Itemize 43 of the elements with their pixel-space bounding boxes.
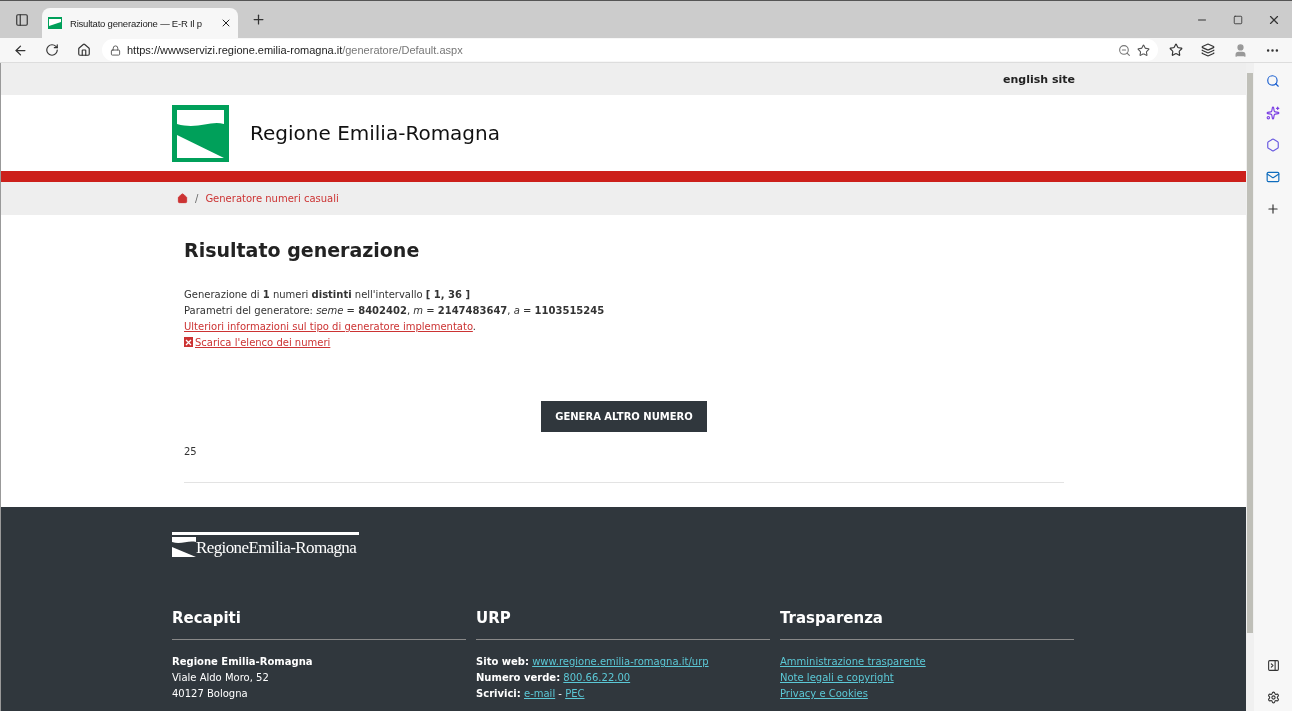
contact-link[interactable]: 800.66.22.00 [563,672,631,683]
address-name: Regione Emilia-Romagna [172,656,313,667]
separator-text: - [557,688,563,699]
info-text: Parametri del generatore: seme = 8402402, m = 2147483647, a = 1103515245 [184,305,605,316]
footer-logo: RegioneEmilia-Romagna [172,532,359,557]
page-title: Risultato generazione [184,239,421,261]
site-title: Regione Emilia-Romagna [250,121,500,145]
zoom-out-icon[interactable] [1118,43,1131,57]
favorite-star-icon[interactable] [1137,43,1150,57]
region-logo [172,104,229,162]
footer-heading: Recapiti [172,609,466,640]
footer-heading: Trasparenza [780,609,1074,640]
address-field[interactable]: https://wwwservizi.regione.emilia-romagna.it/generatore/Default.aspx [102,39,1158,61]
download-link[interactable]: Scarica l'elenco dei numeri [195,337,331,348]
footer-link[interactable]: Amministrazione trasparente [780,656,926,667]
address-text: Viale Aldo Moro, 52 [172,672,269,683]
contact-label: Sito web: [476,656,529,667]
footer-heading: URP [476,609,770,640]
contact-link[interactable]: e-mail [524,688,556,699]
contact-label: Scrivici: [476,688,521,699]
footer-link[interactable]: Privacy e Cookies [780,688,868,699]
language-link[interactable]: english site [1003,72,1075,86]
period-text: . [472,321,477,332]
lock-icon [110,44,121,56]
info-text: Generazione di 1 numeri distinti nell'intervallo [ 1, 36 ] [184,289,471,300]
tab-title: Risultato generazione — E-R Il p [70,17,203,29]
info-link[interactable]: Ulteriori informazioni sul tipo di generatore implementato [184,321,473,332]
close-icon[interactable] [220,17,232,29]
spreadsheet-file-icon [184,337,193,347]
flag-icon [48,17,62,29]
scrollbar[interactable] [1246,63,1254,711]
result-number: 25 [184,446,198,457]
breadcrumb-link[interactable]: Generatore numeri casuali [205,193,339,204]
browser-tab[interactable]: Risultato generazione — E-R Il p [42,8,238,38]
contact-link[interactable]: PEC [565,688,585,699]
home-icon[interactable] [177,193,188,204]
contact-label: Numero verde: [476,672,561,683]
contact-link[interactable]: www.regione.emilia-romagna.it/urp [532,656,709,667]
footer-link[interactable]: Note legali e copyright [780,672,894,683]
generate-button[interactable]: GENERA ALTRO NUMERO [541,401,707,432]
breadcrumb-separator: / [195,193,199,204]
address-text: 40127 Bologna [172,688,248,699]
url-text: https://wwwservizi.regione.emilia-romagna.it/generatore/Default.aspx [127,44,463,56]
